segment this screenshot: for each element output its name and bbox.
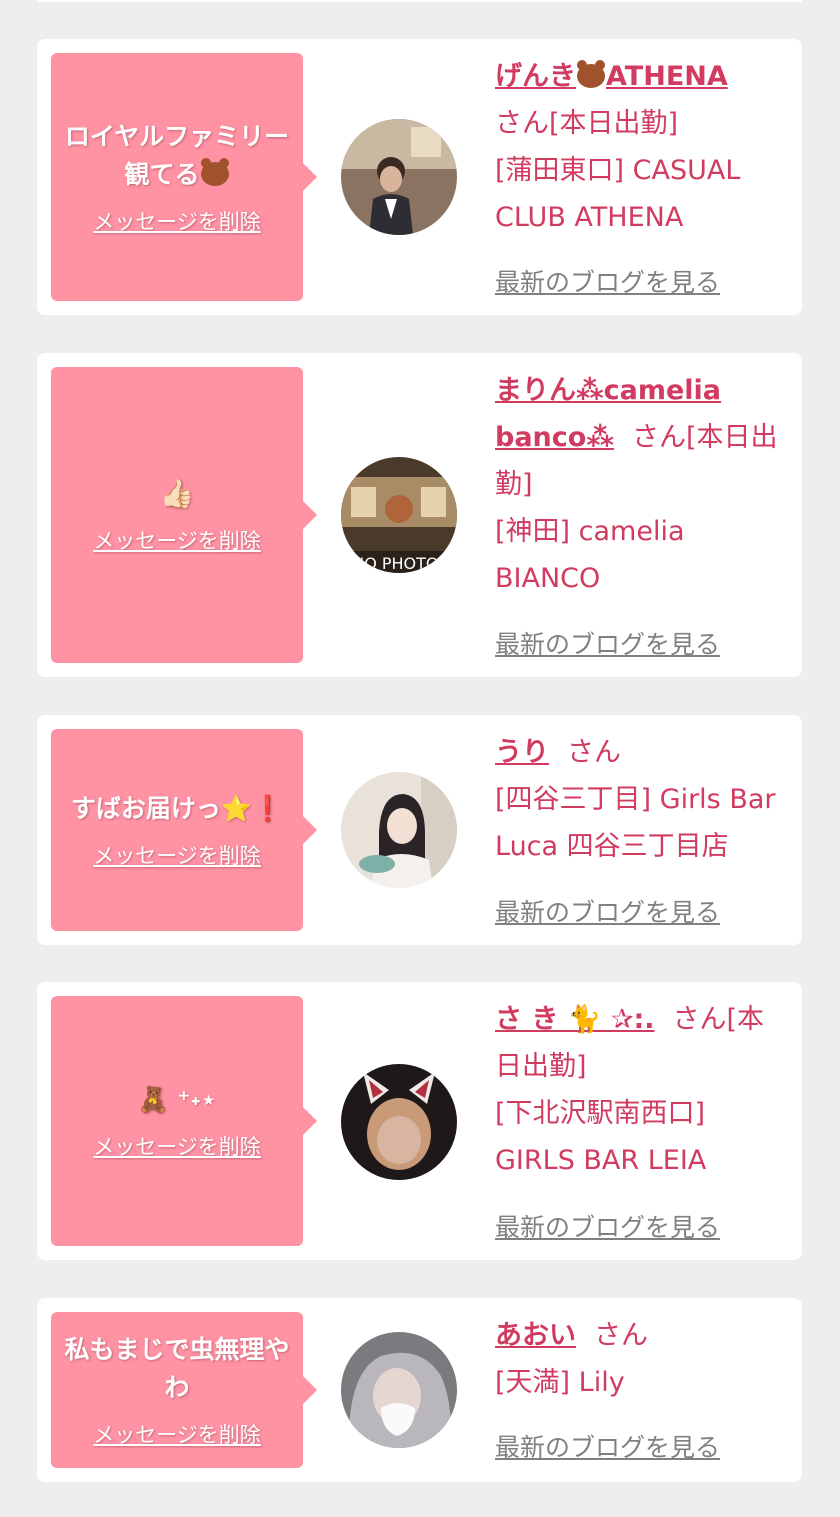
latest-blog-link[interactable]: 最新のブログを見る — [495, 625, 720, 661]
message-card: 🧸 ⁺˖⋆ メッセージを削除 さ き 🐈 ✰:. さん[本日出勤] [下北沢駅南西… — [37, 982, 802, 1260]
cast-info: あおい さん [天満] Lily — [495, 1312, 787, 1406]
cast-name-link[interactable]: げんき ATHENA — [495, 60, 728, 92]
latest-blog-link[interactable]: 最新のブログを見る — [495, 263, 720, 299]
cast-name-link[interactable]: あおい — [495, 1320, 576, 1351]
bear-emoji-icon — [577, 60, 605, 88]
delete-message-link[interactable]: メッセージを削除 — [93, 525, 261, 555]
message-text: ロイヤルファミリー観てる — [64, 122, 290, 189]
message-bubble: 👍🏻 メッセージを削除 — [51, 367, 317, 663]
bear-emoji-icon — [200, 158, 229, 186]
avatar[interactable]: IO PHOTO — [341, 457, 457, 573]
cast-name-link[interactable]: うり — [495, 737, 549, 768]
avatar[interactable] — [341, 772, 457, 888]
message-card: 私もまじで虫無理やわ メッセージを削除 あおい さん [天満] Lily 最新のブ… — [37, 1298, 802, 1482]
delete-message-link[interactable]: メッセージを削除 — [93, 1131, 261, 1161]
message-bubble: 私もまじで虫無理やわ メッセージを削除 — [51, 1312, 317, 1468]
message-text: 私もまじで虫無理やわ — [64, 1335, 290, 1402]
shop-name: [蒲田東口] CASUAL CLUB ATHENA — [495, 155, 741, 233]
cast-status: さん[本日出勤] — [495, 108, 679, 139]
message-bubble: ロイヤルファミリー観てる メッセージを削除 — [51, 53, 317, 301]
previous-card-edge — [37, 0, 802, 2]
delete-message-link[interactable]: メッセージを削除 — [93, 206, 261, 236]
latest-blog-link[interactable]: 最新のブログを見る — [495, 893, 720, 929]
latest-blog-link[interactable]: 最新のブログを見る — [495, 1208, 720, 1244]
latest-blog-link[interactable]: 最新のブログを見る — [495, 1428, 720, 1464]
cast-status: さん — [594, 1320, 648, 1351]
shop-name: [神田] camelia BIANCO — [495, 516, 685, 594]
cast-name-link[interactable]: さ き 🐈 ✰:. — [495, 1004, 655, 1035]
message-card: すばお届けっ⭐️❗️ メッセージを削除 うり さん [四谷三丁目] Girls B… — [37, 715, 802, 945]
delete-message-link[interactable]: メッセージを削除 — [93, 840, 261, 870]
cast-info: まりん⁂camelia banco⁂ さん[本日出勤] [神田] camelia … — [495, 367, 787, 602]
shop-name: [天満] Lily — [495, 1367, 625, 1398]
avatar[interactable] — [341, 119, 457, 235]
message-text: すばお届けっ⭐️❗️ — [70, 794, 284, 823]
message-card: ロイヤルファミリー観てる メッセージを削除 げんき ATHENA さん[本日出勤]… — [37, 39, 802, 315]
thumbs-up-emoji-icon: 👍🏻 — [159, 477, 195, 510]
message-bubble: すばお届けっ⭐️❗️ メッセージを削除 — [51, 729, 317, 931]
message-bubble: 🧸 ⁺˖⋆ メッセージを削除 — [51, 996, 317, 1246]
avatar[interactable] — [341, 1064, 457, 1180]
message-text: 🧸 ⁺˖⋆ — [137, 1085, 217, 1114]
avatar[interactable] — [341, 1332, 457, 1448]
svg-text:IO PHOTO: IO PHOTO — [359, 554, 438, 573]
cast-status: さん — [567, 737, 621, 768]
cast-info: さ き 🐈 ✰:. さん[本日出勤] [下北沢駅南西口] GIRLS BAR LE… — [495, 996, 787, 1184]
shop-name: [下北沢駅南西口] GIRLS BAR LEIA — [495, 1098, 707, 1176]
cast-info: げんき ATHENA さん[本日出勤] [蒲田東口] CASUAL CLUB AT… — [495, 53, 787, 241]
shop-name: [四谷三丁目] Girls Bar Luca 四谷三丁目店 — [495, 784, 776, 862]
delete-message-link[interactable]: メッセージを削除 — [93, 1419, 261, 1449]
cast-info: うり さん [四谷三丁目] Girls Bar Luca 四谷三丁目店 — [495, 729, 787, 870]
message-card: 👍🏻 メッセージを削除 IO PHOTO まりん⁂camelia banco⁂ さ… — [37, 353, 802, 677]
